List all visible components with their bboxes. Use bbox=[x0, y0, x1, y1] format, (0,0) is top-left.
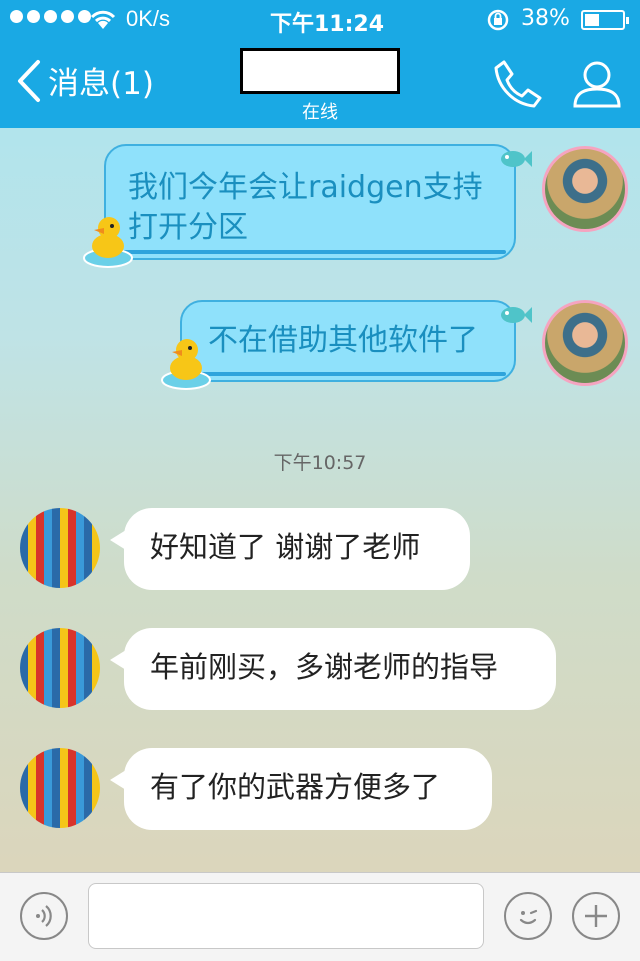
phone-icon[interactable] bbox=[492, 58, 544, 110]
contact-status: 在线 bbox=[302, 102, 338, 123]
fish-sticker-icon bbox=[501, 307, 532, 323]
message-text: 好知道了 谢谢了老师 bbox=[150, 530, 421, 564]
outgoing-message[interactable]: 我们今年会让raidgen支持打开分区 bbox=[104, 144, 516, 260]
battery-percent: 38% bbox=[521, 6, 570, 31]
contact-avatar[interactable] bbox=[20, 508, 100, 588]
back-label: 消息(1) bbox=[48, 66, 154, 102]
signal-strength-icon bbox=[10, 10, 91, 23]
contact-name-redacted bbox=[240, 48, 400, 94]
emoji-icon bbox=[519, 909, 538, 925]
rotation-lock-icon bbox=[487, 9, 509, 31]
message-text: 年前刚买，多谢老师的指导 bbox=[150, 650, 499, 684]
my-avatar[interactable] bbox=[542, 300, 628, 386]
outgoing-message[interactable]: 不在借助其他软件了 bbox=[180, 300, 516, 382]
duck-sticker-icon bbox=[83, 217, 133, 268]
duck-sticker-icon bbox=[161, 339, 211, 390]
incoming-message[interactable]: 好知道了 谢谢了老师 bbox=[110, 508, 470, 590]
network-speed: 0K/s bbox=[126, 6, 171, 31]
battery-icon bbox=[581, 10, 629, 30]
message-text: 我们今年会让raidgen支持打开分区 bbox=[128, 170, 483, 245]
voice-button[interactable] bbox=[20, 892, 68, 940]
fish-sticker-icon bbox=[501, 151, 532, 167]
voice-icon bbox=[36, 905, 52, 927]
my-avatar[interactable] bbox=[542, 146, 628, 232]
more-button[interactable] bbox=[572, 892, 620, 940]
chat-header: 消息(1) 在线 bbox=[0, 40, 640, 128]
status-time: 下午11:24 bbox=[270, 12, 385, 37]
message-input[interactable] bbox=[88, 883, 484, 949]
contact-avatar[interactable] bbox=[20, 628, 100, 708]
message-text: 不在借助其他软件了 bbox=[208, 323, 478, 358]
incoming-message[interactable]: 有了你的武器方便多了 bbox=[110, 748, 492, 830]
incoming-message[interactable]: 年前刚买，多谢老师的指导 bbox=[110, 628, 556, 710]
chevron-left-icon bbox=[18, 59, 40, 102]
wifi-icon bbox=[90, 10, 116, 29]
message-text: 有了你的武器方便多了 bbox=[150, 770, 441, 804]
plus-icon bbox=[585, 905, 607, 927]
message-timestamp: 下午10:57 bbox=[273, 452, 367, 474]
status-bar: 0K/s 下午11:24 38% bbox=[0, 0, 640, 40]
back-button[interactable]: 消息(1) bbox=[16, 58, 154, 103]
profile-button[interactable] bbox=[572, 58, 622, 110]
contact-avatar[interactable] bbox=[20, 748, 100, 828]
emoji-button[interactable] bbox=[504, 892, 552, 940]
input-bar bbox=[0, 872, 640, 961]
